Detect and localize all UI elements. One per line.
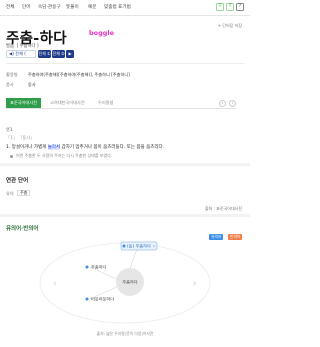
help-button[interactable]: ? [236,3,244,11]
font-size-increase-button[interactable]: T [226,3,234,11]
definition-text-start: 1. 망설이거나 가볍게 [6,145,48,150]
nav-tab-meaning[interactable]: 뜻풀이 [66,4,79,10]
section-divider [0,163,250,166]
pos-label: 품사 [6,82,14,87]
tab-standard-dictionary[interactable]: 표준국어대사전 [6,98,41,108]
synonym-dot [85,297,89,301]
top-nav: 전체 단어 속담·관용구 뜻풀이 예문 맞춤법 표기법 T T ? [0,0,250,16]
word-network-graph: ‹ › 주춤하다 (동) 주춤하다 ☆ 주춤하다 머뭇머뭇하다 [39,241,211,324]
chevron-right-icon[interactable]: › [229,100,236,107]
pos-value: 동사 [28,82,36,87]
synonym-node-label: (동) 주춤하다 ☆ [127,243,156,250]
audio-play-button[interactable]: ◀) 전체 ( [6,50,36,58]
related-source-link[interactable]: 출처 : 표준국어대사전 [205,206,242,212]
nav-tab-idiom[interactable]: 속담·관용구 [38,4,61,10]
nav-tab-spelling[interactable]: 맞춤법 표기법 [104,4,131,10]
dictionary-tabs: 표준국어대사전 고려대한국어대사전 우리말샘 [6,98,236,109]
font-size-decrease-button[interactable]: T [216,3,224,11]
example-text: 어떤 주춤한 두 사람의 주저는 다시 주춤한 상태를 보였다. [16,153,113,158]
brand-logo: boggle [89,29,115,37]
related-word-chip[interactable]: 주춤 [17,190,31,196]
audio-option-2-button[interactable]: 전체 ② [52,50,65,58]
divider [6,63,244,64]
center-node-label: 주춤하다 [122,279,138,286]
synonym-dot [85,265,89,269]
definition-highlight: 놀라서 [47,145,61,150]
section-divider [0,214,250,217]
pronunciation-row: 발음 [ 주춤하다 ] [6,43,39,49]
pronunciation-label: 발음 [6,44,14,49]
chevron-left-icon[interactable]: ‹ [53,279,57,289]
meaning-sub-label: 「1」 「동사」 [6,135,35,140]
chevron-right-icon[interactable]: › [193,279,197,289]
save-to-wordbook-link[interactable]: + 단어장 저장 [218,23,242,29]
synonym-dot [122,244,126,248]
definition-text-end: 갑자기 멈추거나 몸이 움츠러들다. 또는 몸을 움츠리다. [60,145,165,150]
example-sentence: 어떤 주춤한 두 사람의 주저는 다시 주춤한 상태를 보였다. [10,153,112,159]
synonym-node-3-label[interactable]: 머뭇머뭇하다 [91,296,114,303]
pronunciation-value: [ 주춤하다 ] [16,44,39,49]
definition: 1. 망설이거나 가볍게 놀라서 갑자기 멈추거나 몸이 움츠러들다. 또는 몸… [6,144,164,150]
tab-korea-univ-dictionary[interactable]: 고려대한국어대사전 [50,98,85,108]
related-words-title: 연관 단어 [6,178,29,184]
play-icon[interactable]: ▶ [66,50,74,58]
tab-urimalsaem[interactable]: 우리말샘 [98,98,113,108]
network-title: 유의어·반의어 [6,226,39,232]
nav-tab-word[interactable]: 단어 [22,4,30,10]
chevron-left-icon[interactable]: ‹ [219,100,226,107]
related-type-label: 유의 [6,191,14,196]
meaning-section-label: 뜻1 [6,127,13,132]
nav-tab-all[interactable]: 전체 [6,4,14,10]
synonym-node-2-label[interactable]: 주춤하다 [91,264,107,271]
bullet-icon [10,154,13,158]
network-source: 출처: 넓은 우리말(뜻이 다양)어사전 [96,331,154,336]
conjugation-value: 주춤하여(주춤해)[주춤하여(주춤해)], 주춤하니 [주춤하니] [28,72,130,77]
audio-option-1-button[interactable]: 전체 ① [38,50,51,58]
nav-tab-example[interactable]: 예문 [88,4,96,10]
conjugation-label: 활용형 [6,72,18,77]
